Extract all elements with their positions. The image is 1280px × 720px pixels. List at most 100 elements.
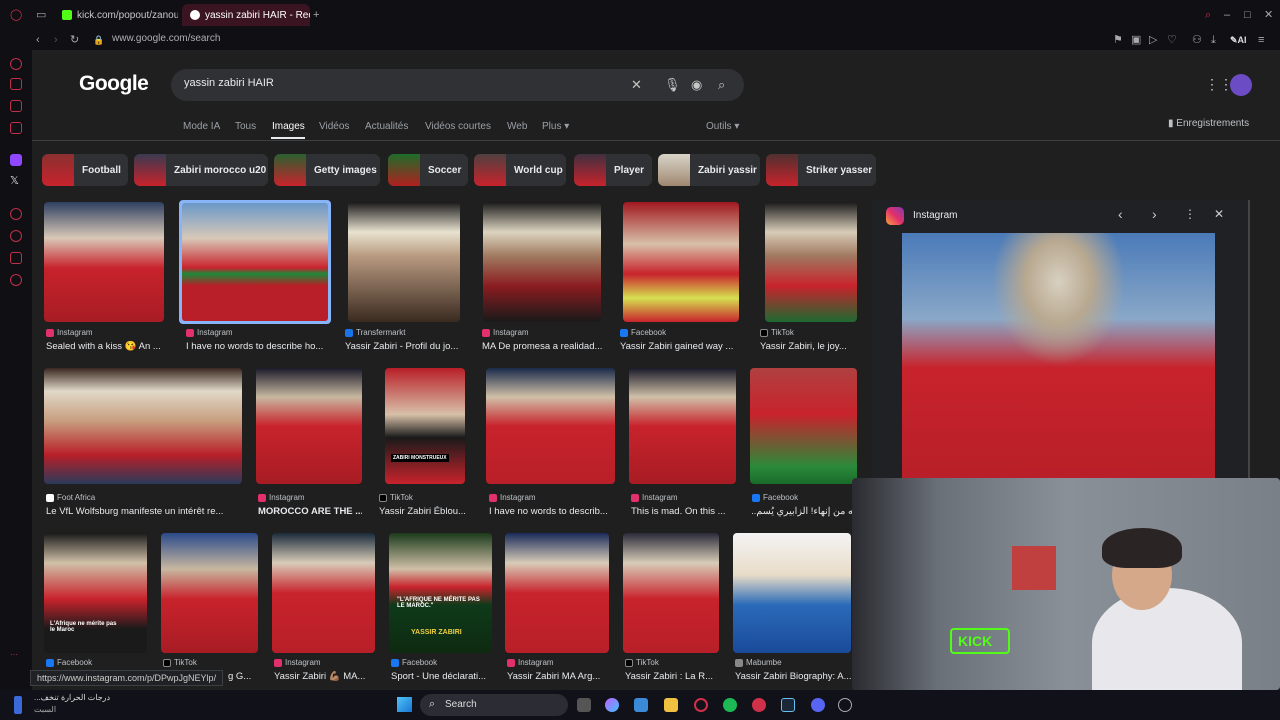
result-caption[interactable]: Yassir Zabiri - Profil du jo... — [345, 341, 465, 352]
result-image[interactable] — [733, 533, 851, 653]
chip-soccer[interactable]: Soccer — [388, 154, 468, 186]
panel-source[interactable]: Instagram — [913, 210, 957, 221]
weather-text[interactable]: ...درجات الحرارة تنخف — [34, 693, 110, 702]
apps-grid-icon[interactable]: ⋮⋮ — [1205, 76, 1233, 93]
maximize-icon[interactable]: □ — [1244, 8, 1251, 22]
result-image[interactable] — [623, 202, 739, 322]
search-box[interactable]: yassin zabiri HAIR ✕ 🎙 ◉ ⌕ — [171, 69, 744, 101]
result-image[interactable] — [483, 202, 601, 322]
spotify-icon[interactable] — [723, 698, 737, 712]
result-image[interactable] — [44, 368, 242, 484]
result-caption[interactable]: Le VfL Wolfsburg manifeste un intérêt re… — [46, 506, 236, 517]
result-caption[interactable]: Yassir Zabiri : La R... — [625, 671, 721, 682]
new-tab-icon[interactable]: + — [313, 8, 319, 22]
search-input[interactable]: yassin zabiri HAIR — [184, 77, 274, 89]
next-icon[interactable]: › — [1152, 206, 1157, 222]
nav-videos[interactable]: Vidéos — [319, 121, 349, 132]
windows-start-icon[interactable] — [397, 697, 412, 712]
result-caption[interactable]: Yassir Zabiri, le joy... — [760, 341, 860, 352]
result-image[interactable] — [256, 368, 362, 484]
heart-icon[interactable]: ♡ — [1167, 33, 1177, 47]
result-caption[interactable]: Yassir Zabiri Éblou... — [379, 506, 471, 517]
result-image[interactable] — [348, 202, 460, 322]
nav-actualites[interactable]: Actualités — [365, 121, 408, 132]
extensions-icon[interactable] — [10, 252, 22, 264]
chip-zabiri-yassir[interactable]: Zabiri yassir — [658, 154, 760, 186]
play-icon[interactable]: ▷ — [1149, 33, 1157, 47]
result-image[interactable]: "L'AFRIQUE NE MÉRITE PAS LE MAROC." YASS… — [389, 533, 492, 653]
profile-icon[interactable]: ⚇ — [1192, 33, 1202, 47]
result-caption[interactable]: Yassir Zabiri 💪🏽 MA... — [274, 671, 378, 682]
result-image[interactable] — [272, 533, 375, 653]
opera-gx-icon[interactable] — [752, 698, 766, 712]
copilot-icon[interactable] — [605, 698, 619, 712]
result-image[interactable]: L'Afrique ne mérite pas le Maroc — [44, 533, 147, 653]
result-caption[interactable]: Sport - Une déclarati... — [391, 671, 495, 682]
result-caption[interactable]: This is mad. On this ... — [631, 506, 739, 517]
nav-videos-courtes[interactable]: Vidéos courtes — [425, 121, 491, 132]
instagram-sidebar-icon[interactable] — [10, 122, 22, 134]
discord-icon[interactable] — [811, 698, 825, 712]
more-options-icon[interactable]: ⋮ — [1184, 207, 1196, 221]
chip-player[interactable]: Player — [574, 154, 652, 186]
history-icon[interactable] — [10, 230, 22, 242]
tray-icon[interactable] — [838, 698, 852, 712]
url-field[interactable]: www.google.com/search — [112, 33, 220, 44]
lens-icon[interactable]: ◉ — [691, 77, 702, 93]
tab-menu-icon[interactable]: ▭ — [36, 8, 46, 22]
result-caption[interactable]: Sealed with a kiss 😘 An ... — [46, 341, 166, 352]
close-window-icon[interactable]: ✕ — [1264, 8, 1273, 22]
result-image-selected[interactable] — [179, 200, 331, 324]
result-caption[interactable]: له من إنهاء! الزابيري يُسم... — [752, 506, 856, 517]
reload-icon[interactable]: ↻ — [70, 33, 79, 47]
explorer-icon[interactable] — [664, 698, 678, 712]
search-icon[interactable]: ⌕ — [718, 77, 725, 93]
result-caption[interactable]: MA De promesa a realidad... — [482, 341, 607, 352]
weather-icon[interactable] — [14, 696, 22, 714]
result-image[interactable] — [629, 368, 736, 484]
google-logo[interactable]: Google — [79, 72, 149, 96]
result-image[interactable] — [765, 202, 857, 322]
search-tabs-icon[interactable]: ⌕ — [1205, 8, 1211, 22]
snapshot-icon[interactable]: ▣ — [1131, 33, 1141, 47]
player-icon[interactable] — [10, 208, 22, 220]
forward-icon[interactable]: › — [54, 33, 58, 47]
nav-web[interactable]: Web — [507, 121, 527, 132]
result-image[interactable] — [44, 202, 164, 322]
messenger-icon[interactable] — [10, 100, 22, 112]
nav-images[interactable]: Images — [272, 121, 305, 132]
ai-button[interactable]: ✎AI — [1230, 33, 1247, 47]
result-image[interactable] — [505, 533, 609, 653]
result-caption[interactable]: MOROCCO ARE THE ... — [258, 506, 362, 517]
result-image[interactable] — [750, 368, 857, 484]
nav-mode-ia[interactable]: Mode IA — [183, 121, 220, 132]
opera-taskbar-icon[interactable] — [694, 698, 708, 712]
nav-tous[interactable]: Tous — [235, 121, 256, 132]
task-view-icon[interactable] — [577, 698, 591, 712]
twitch-icon[interactable] — [10, 154, 22, 166]
microphone-icon[interactable]: 🎙 — [664, 77, 681, 93]
close-panel-icon[interactable]: ✕ — [1214, 207, 1224, 221]
tools-button[interactable]: Outils ▾ — [706, 121, 739, 132]
avatar[interactable] — [1230, 74, 1252, 96]
result-image[interactable]: ZABIRI MONSTRUEUX — [385, 368, 465, 484]
result-image[interactable] — [623, 533, 719, 653]
result-image[interactable] — [161, 533, 258, 653]
nav-plus[interactable]: Plus ▾ — [542, 121, 569, 132]
result-caption[interactable]: I have no words to describ... — [489, 506, 614, 517]
result-image[interactable] — [486, 368, 615, 484]
taskbar-search[interactable]: ⌕ Search — [420, 694, 568, 716]
chip-zabiri-morocco-u20[interactable]: Zabiri morocco u20 — [134, 154, 268, 186]
minimize-icon[interactable]: – — [1224, 8, 1230, 22]
back-icon[interactable]: ‹ — [36, 33, 40, 47]
download-icon[interactable]: ⤓ — [1211, 33, 1216, 47]
sidebar-more-icon[interactable]: ⋯ — [10, 648, 18, 662]
store-icon[interactable] — [634, 698, 648, 712]
result-caption[interactable]: I have no words to describe ho... — [186, 341, 328, 352]
chip-world-cup[interactable]: World cup — [474, 154, 566, 186]
prev-icon[interactable]: ‹ — [1118, 206, 1123, 222]
result-caption[interactable]: Yassir Zabiri Biography: A... — [735, 671, 851, 682]
x-twitter-icon[interactable]: 𝕏 — [10, 174, 19, 188]
aria-icon[interactable] — [10, 58, 22, 70]
result-caption[interactable]: Yassir Zabiri gained way ... — [620, 341, 740, 352]
